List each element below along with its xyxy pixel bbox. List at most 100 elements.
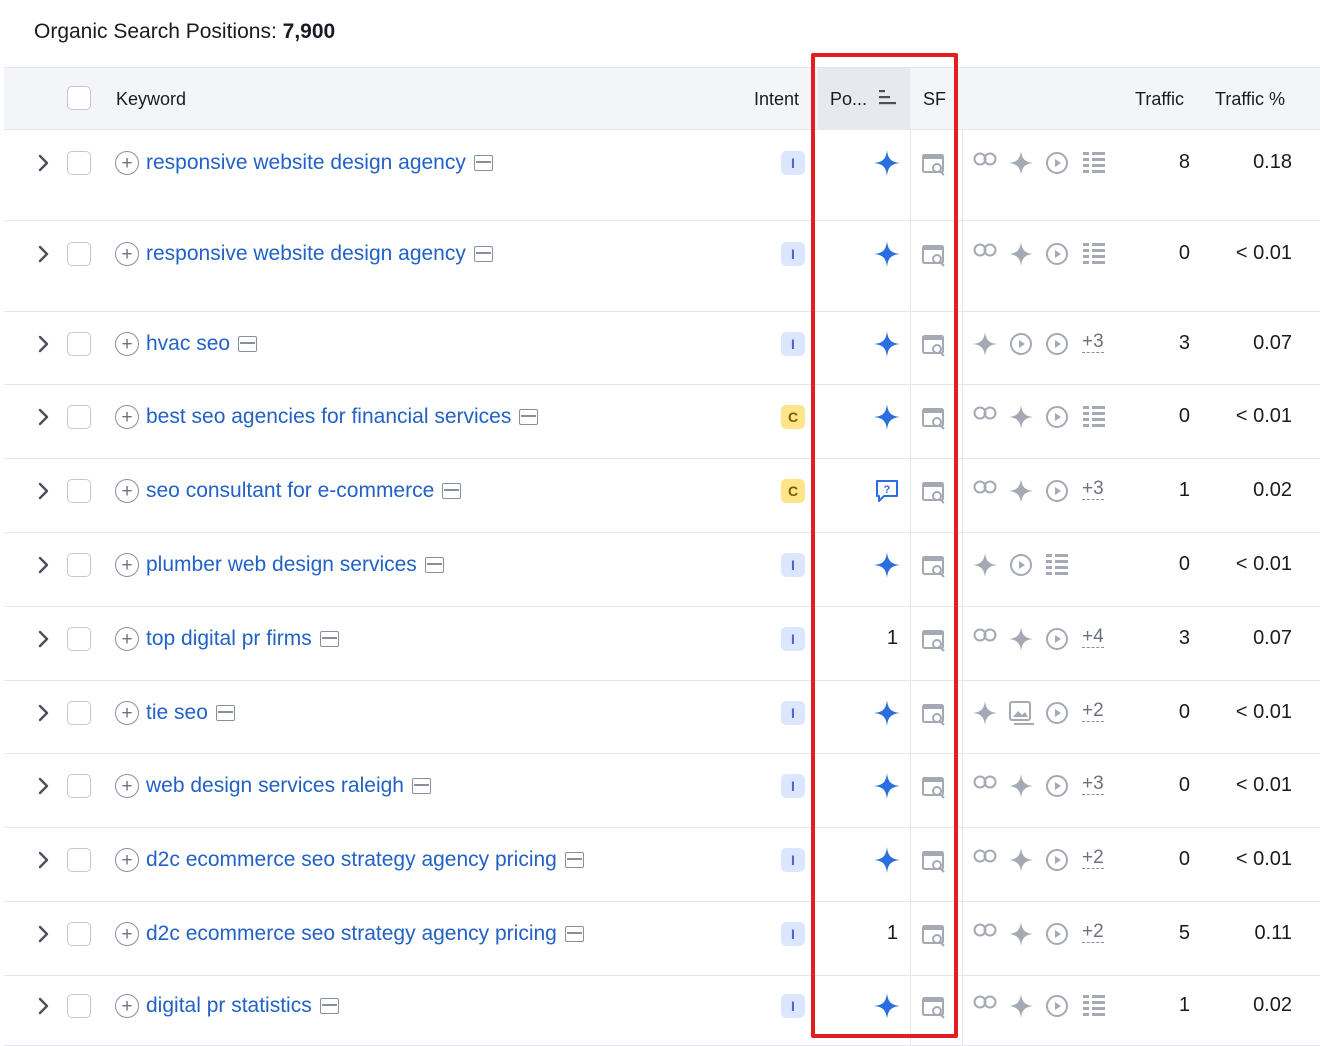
- more-features-link[interactable]: +3: [1082, 774, 1104, 795]
- serp-snapshot-icon[interactable]: [215, 705, 235, 721]
- expand-chevron-icon[interactable]: [34, 407, 54, 427]
- keyword-link[interactable]: tie seo: [146, 700, 235, 726]
- ai-overview-icon[interactable]: [873, 992, 901, 1020]
- serp-snapshot-icon[interactable]: [564, 926, 584, 942]
- add-keyword-icon[interactable]: +: [115, 405, 139, 429]
- serp-snapshot-icon[interactable]: [319, 631, 339, 647]
- add-keyword-icon[interactable]: +: [115, 848, 139, 872]
- serp-features-icon[interactable]: [922, 777, 946, 804]
- serp-snapshot-icon[interactable]: [424, 557, 444, 573]
- row-checkbox[interactable]: [67, 405, 91, 429]
- add-keyword-icon[interactable]: +: [115, 701, 139, 725]
- select-all-checkbox[interactable]: [67, 86, 91, 110]
- table-row[interactable]: + plumber web design services I 0 < 0.01: [4, 533, 1320, 607]
- serp-features-icon[interactable]: [922, 154, 946, 181]
- table-row[interactable]: + best seo agencies for financial service…: [4, 385, 1320, 459]
- row-checkbox[interactable]: [67, 553, 91, 577]
- row-checkbox[interactable]: [67, 627, 91, 651]
- serp-features-icon[interactable]: [922, 925, 946, 952]
- column-header-keyword[interactable]: Keyword: [116, 68, 186, 130]
- serp-features-icon[interactable]: [922, 997, 946, 1024]
- serp-features-icon[interactable]: [922, 704, 946, 731]
- keyword-link[interactable]: d2c ecommerce seo strategy agency pricin…: [146, 847, 584, 873]
- column-header-traffic[interactable]: Traffic: [1135, 68, 1184, 130]
- keyword-link[interactable]: digital pr statistics: [146, 993, 339, 1019]
- table-row[interactable]: + digital pr statistics I 1 0.02: [4, 976, 1320, 1046]
- serp-snapshot-icon[interactable]: [473, 246, 493, 262]
- expand-chevron-icon[interactable]: [34, 703, 54, 723]
- expand-chevron-icon[interactable]: [34, 244, 54, 264]
- keyword-link[interactable]: hvac seo: [146, 331, 258, 357]
- add-keyword-icon[interactable]: +: [115, 994, 139, 1018]
- keyword-link[interactable]: top digital pr firms: [146, 626, 339, 652]
- ai-overview-icon[interactable]: [873, 772, 901, 800]
- expand-chevron-icon[interactable]: [34, 153, 54, 173]
- serp-snapshot-icon[interactable]: [519, 409, 539, 425]
- expand-chevron-icon[interactable]: [34, 334, 54, 354]
- more-features-link[interactable]: +4: [1082, 627, 1104, 648]
- add-keyword-icon[interactable]: +: [115, 922, 139, 946]
- keyword-link[interactable]: responsive website design agency: [146, 150, 493, 176]
- ai-overview-icon[interactable]: [873, 403, 901, 431]
- column-header-intent[interactable]: Intent: [754, 68, 799, 130]
- keyword-link[interactable]: best seo agencies for financial services: [146, 404, 539, 430]
- serp-snapshot-icon[interactable]: [319, 998, 339, 1014]
- more-features-link[interactable]: +2: [1082, 848, 1104, 869]
- table-row[interactable]: + top digital pr firms I 1 +4 3 0.07: [4, 607, 1320, 681]
- row-checkbox[interactable]: [67, 922, 91, 946]
- expand-chevron-icon[interactable]: [34, 776, 54, 796]
- add-keyword-icon[interactable]: +: [115, 332, 139, 356]
- keyword-link[interactable]: responsive website design agency: [146, 241, 493, 267]
- add-keyword-icon[interactable]: +: [115, 627, 139, 651]
- table-row[interactable]: + tie seo I +2 0 < 0.01: [4, 681, 1320, 754]
- table-row[interactable]: + d2c ecommerce seo strategy agency prici…: [4, 828, 1320, 902]
- add-keyword-icon[interactable]: +: [115, 479, 139, 503]
- keyword-link[interactable]: web design services raleigh: [146, 773, 431, 799]
- row-checkbox[interactable]: [67, 848, 91, 872]
- more-features-link[interactable]: +3: [1082, 479, 1104, 500]
- expand-chevron-icon[interactable]: [34, 555, 54, 575]
- row-checkbox[interactable]: [67, 332, 91, 356]
- serp-snapshot-icon[interactable]: [473, 155, 493, 171]
- more-features-link[interactable]: +2: [1082, 922, 1104, 943]
- keyword-link[interactable]: d2c ecommerce seo strategy agency pricin…: [146, 921, 584, 947]
- column-header-traffic-pct[interactable]: Traffic %: [1215, 68, 1285, 130]
- ai-overview-icon[interactable]: [873, 551, 901, 579]
- serp-features-icon[interactable]: [922, 630, 946, 657]
- row-checkbox[interactable]: [67, 151, 91, 175]
- add-keyword-icon[interactable]: +: [115, 151, 139, 175]
- serp-features-icon[interactable]: [922, 245, 946, 272]
- column-header-sf[interactable]: SF: [923, 68, 946, 130]
- keyword-link[interactable]: seo consultant for e-commerce: [146, 478, 462, 504]
- serp-features-icon[interactable]: [922, 408, 946, 435]
- ai-overview-icon[interactable]: [873, 699, 901, 727]
- table-row[interactable]: + responsive website design agency I 8 0.18: [4, 130, 1320, 221]
- serp-features-icon[interactable]: [922, 335, 946, 362]
- question-icon[interactable]: ?: [875, 479, 899, 503]
- row-checkbox[interactable]: [67, 994, 91, 1018]
- row-checkbox[interactable]: [67, 479, 91, 503]
- serp-features-icon[interactable]: [922, 851, 946, 878]
- table-row[interactable]: + web design services raleigh I +3 0 < 0.01: [4, 754, 1320, 828]
- more-features-link[interactable]: +2: [1082, 701, 1104, 722]
- ai-overview-icon[interactable]: [873, 330, 901, 358]
- serp-features-icon[interactable]: [922, 556, 946, 583]
- serp-snapshot-icon[interactable]: [411, 778, 431, 794]
- row-checkbox[interactable]: [67, 701, 91, 725]
- expand-chevron-icon[interactable]: [34, 850, 54, 870]
- expand-chevron-icon[interactable]: [34, 481, 54, 501]
- add-keyword-icon[interactable]: +: [115, 242, 139, 266]
- serp-snapshot-icon[interactable]: [564, 852, 584, 868]
- row-checkbox[interactable]: [67, 242, 91, 266]
- row-checkbox[interactable]: [67, 774, 91, 798]
- add-keyword-icon[interactable]: +: [115, 553, 139, 577]
- column-header-position[interactable]: Po...: [818, 68, 910, 130]
- expand-chevron-icon[interactable]: [34, 996, 54, 1016]
- table-row[interactable]: + hvac seo I +3 3 0.07: [4, 312, 1320, 385]
- ai-overview-icon[interactable]: [873, 240, 901, 268]
- expand-chevron-icon[interactable]: [34, 924, 54, 944]
- table-row[interactable]: + seo consultant for e-commerce C? +3 1 0.02: [4, 459, 1320, 533]
- add-keyword-icon[interactable]: +: [115, 774, 139, 798]
- ai-overview-icon[interactable]: [873, 149, 901, 177]
- serp-features-icon[interactable]: [922, 482, 946, 509]
